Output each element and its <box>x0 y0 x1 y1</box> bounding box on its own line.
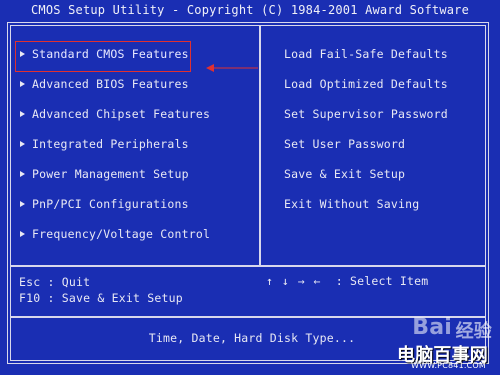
menu-item-integrated-peripherals[interactable]: Integrated Peripherals <box>20 136 189 152</box>
menu-item-frequency-voltage[interactable]: Frequency/Voltage Control <box>20 226 210 242</box>
triangle-right-icon <box>20 80 25 87</box>
menu-item-load-optimized[interactable]: Load Optimized Defaults <box>284 76 448 92</box>
triangle-right-icon <box>20 140 25 147</box>
menu-item-advanced-bios[interactable]: Advanced BIOS Features <box>20 76 189 92</box>
triangle-right-icon <box>20 230 25 237</box>
key-help-left: Esc : Quit F10 : Save & Exit Setup <box>19 274 183 306</box>
menu-item-label: Frequency/Voltage Control <box>32 227 211 241</box>
menu-item-label: Advanced Chipset Features <box>32 107 211 121</box>
jingyan-logo: 经验 <box>455 321 492 342</box>
menu-item-label: Standard CMOS Features <box>32 47 189 61</box>
pointer-arrow-icon <box>206 64 258 72</box>
triangle-right-icon <box>20 110 25 117</box>
menu-item-standard-cmos[interactable]: Standard CMOS Features <box>20 46 189 62</box>
triangle-right-icon <box>20 200 25 207</box>
menu-item-load-failsafe[interactable]: Load Fail-Safe Defaults <box>284 46 448 62</box>
menu-item-label: PnP/PCI Configurations <box>32 197 189 211</box>
help-select-item: : Select Item <box>335 274 429 288</box>
arrow-keys-icon: ↑ ↓ → ← <box>266 274 322 288</box>
baidu-logo: Bai <box>412 315 452 340</box>
menu-item-advanced-chipset[interactable]: Advanced Chipset Features <box>20 106 210 122</box>
menu-item-label: Integrated Peripherals <box>32 137 189 151</box>
help-f10-save-exit: F10 : Save & Exit Setup <box>19 291 183 305</box>
menu-item-pnp-pci[interactable]: PnP/PCI Configurations <box>20 196 189 212</box>
vertical-divider <box>259 26 261 265</box>
menu-item-user-password[interactable]: Set User Password <box>284 136 405 152</box>
key-help-right: ↑ ↓ → ← : Select Item <box>266 274 428 288</box>
site-url: WWW.PC841.COM <box>411 361 486 370</box>
triangle-right-icon <box>20 170 25 177</box>
triangle-right-icon <box>20 50 25 57</box>
bios-title: CMOS Setup Utility - Copyright (C) 1984-… <box>30 3 470 17</box>
menu-item-label: Advanced BIOS Features <box>32 77 189 91</box>
menu-item-power-management[interactable]: Power Management Setup <box>20 166 189 182</box>
menu-item-exit-without-saving[interactable]: Exit Without Saving <box>284 196 419 212</box>
watermark: Bai 经验 电脑百事网 WWW.PC841.COM <box>344 311 494 371</box>
menu-item-save-exit[interactable]: Save & Exit Setup <box>284 166 405 182</box>
menu-item-label: Power Management Setup <box>32 167 189 181</box>
menu-item-supervisor-password[interactable]: Set Supervisor Password <box>284 106 448 122</box>
help-esc-quit: Esc : Quit <box>19 275 91 289</box>
menu-help-divider <box>11 265 485 267</box>
